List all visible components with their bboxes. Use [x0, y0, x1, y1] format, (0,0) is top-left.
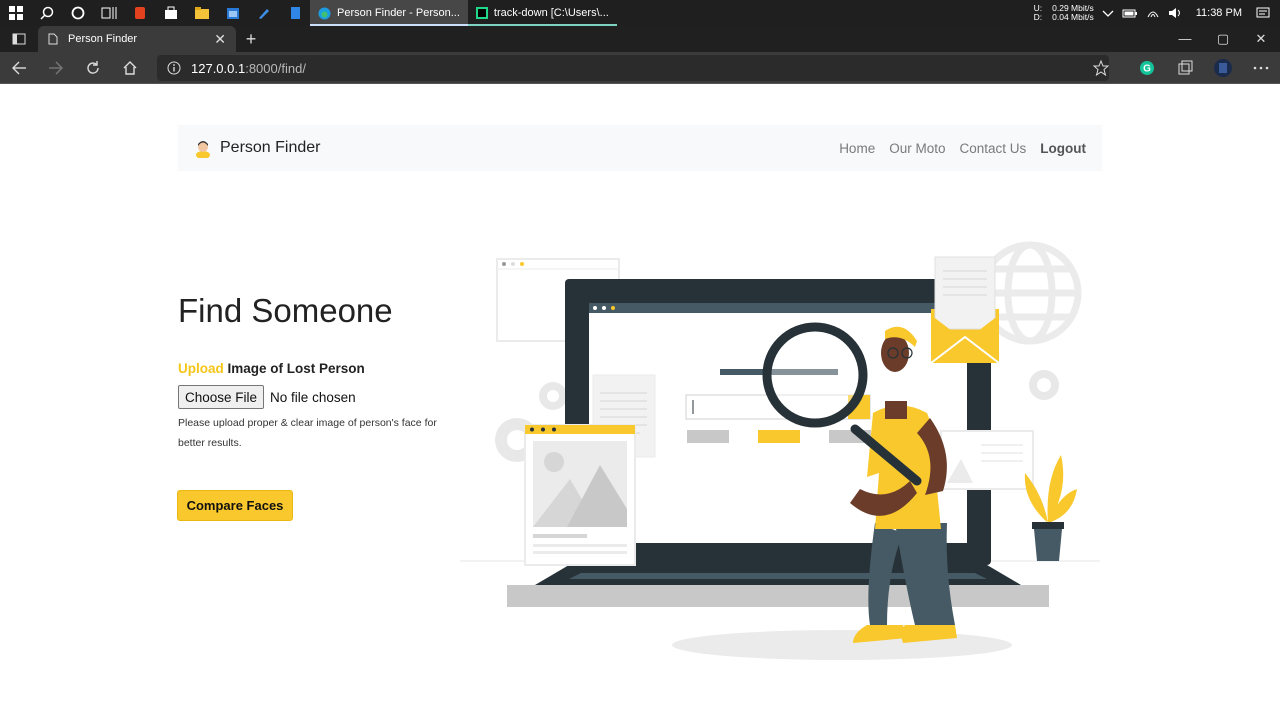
info-icon[interactable]	[167, 61, 181, 75]
taskbar-app-pycharm[interactable]: track-down [C:\Users\...	[467, 0, 617, 26]
nav-links: Home Our Moto Contact Us Logout	[839, 141, 1086, 156]
address-bar[interactable]: 127.0.0.1:8000/find/	[157, 55, 1109, 81]
tab-title: Person Finder	[68, 33, 138, 45]
network-speed-meter: U: 0.29 Mbit/s D: 0.04 Mbit/s	[1034, 4, 1094, 22]
edge-icon	[318, 7, 331, 19]
url-host: 127.0.0.1	[191, 60, 246, 76]
system-tray: U: 0.29 Mbit/s D: 0.04 Mbit/s 11:38 PM	[1034, 0, 1280, 26]
web-page: Person Finder Home Our Moto Contact Us L…	[0, 85, 1280, 720]
browser-tab-active[interactable]: Person Finder ✕	[38, 26, 236, 52]
brand-name: Person Finder	[220, 139, 321, 156]
nav-link-home[interactable]: Home	[839, 141, 875, 156]
maximize-icon[interactable]: ▢	[1204, 31, 1242, 47]
profile-avatar-icon[interactable]	[1204, 58, 1242, 78]
wifi-icon[interactable]	[1146, 7, 1160, 19]
notes-icon[interactable]	[279, 0, 310, 26]
compare-faces-button[interactable]: Compare Faces	[177, 490, 293, 521]
task-view-icon[interactable]	[93, 0, 124, 26]
nav-link-contact-us[interactable]: Contact Us	[959, 141, 1026, 156]
file-status: No file chosen	[270, 389, 356, 405]
upload-label-highlight: Upload	[178, 361, 224, 376]
download-label: D:	[1033, 12, 1043, 22]
windows-start-icon[interactable]	[0, 0, 31, 26]
upload-label: Upload Image of Lost Person	[178, 361, 365, 376]
notification-icon[interactable]	[1256, 7, 1270, 19]
nav-link-logout[interactable]: Logout	[1040, 141, 1086, 156]
url-path: :8000/find/	[245, 60, 306, 76]
window-controls: — ▢ ✕	[1166, 31, 1280, 47]
upload-label-text: Image of Lost Person	[223, 361, 365, 376]
toolbar-right: G	[1082, 52, 1280, 84]
minimize-icon[interactable]: —	[1166, 31, 1204, 47]
choose-file-button[interactable]: Choose File	[178, 385, 265, 409]
forward-icon[interactable]	[37, 52, 74, 84]
grammarly-icon[interactable]: G	[1128, 60, 1166, 76]
file-input: Choose File No file chosen	[178, 385, 356, 409]
new-tab-icon[interactable]: +	[236, 29, 266, 50]
store-icon[interactable]	[155, 0, 186, 26]
volume-icon[interactable]	[1168, 7, 1182, 19]
pen-icon[interactable]	[248, 0, 279, 26]
tab-actions-icon[interactable]	[0, 26, 38, 52]
url-text[interactable]: 127.0.0.1:8000/find/	[191, 61, 306, 76]
taskbar-app-label: track-down [C:\Users\...	[493, 7, 609, 19]
refresh-icon[interactable]	[74, 52, 111, 84]
browser-tab-strip: Person Finder ✕ + — ▢ ✕	[0, 26, 1280, 52]
more-menu-icon[interactable]	[1242, 66, 1280, 70]
svg-text:G: G	[1143, 64, 1151, 75]
taskbar-app-browser[interactable]: Person Finder - Person...	[310, 0, 468, 26]
file-explorer-icon[interactable]	[186, 0, 217, 26]
back-icon[interactable]	[0, 52, 37, 84]
page-icon	[48, 33, 58, 45]
windows-taskbar: Person Finder - Person... track-down [C:…	[0, 0, 1280, 26]
nav-link-our-moto[interactable]: Our Moto	[889, 141, 945, 156]
search-icon[interactable]	[31, 0, 62, 26]
person-logo-icon	[196, 141, 210, 158]
battery-icon[interactable]	[1122, 8, 1138, 18]
download-speed: 0.04 Mbit/s	[1052, 12, 1094, 22]
chevron-up-icon[interactable]	[1102, 8, 1114, 18]
pycharm-icon	[475, 7, 488, 19]
home-icon[interactable]	[111, 52, 148, 84]
close-window-icon[interactable]: ✕	[1242, 31, 1280, 47]
close-tab-icon[interactable]: ✕	[214, 31, 226, 48]
favorite-star-icon[interactable]	[1082, 60, 1120, 76]
page-title: Find Someone	[178, 292, 393, 329]
search-illustration	[460, 241, 1100, 660]
cortana-icon[interactable]	[62, 0, 93, 26]
office-icon[interactable]	[124, 0, 155, 26]
browser-toolbar: 127.0.0.1:8000/find/ G	[0, 52, 1280, 84]
brand[interactable]: Person Finder	[194, 138, 321, 158]
calendar-icon[interactable]	[217, 0, 248, 26]
clock[interactable]: 11:38 PM	[1196, 7, 1242, 19]
collections-icon[interactable]	[1166, 60, 1204, 76]
site-navbar: Person Finder Home Our Moto Contact Us L…	[178, 125, 1102, 171]
upload-hint: Please upload proper & clear image of pe…	[178, 417, 437, 449]
taskbar-app-label: Person Finder - Person...	[337, 7, 460, 19]
